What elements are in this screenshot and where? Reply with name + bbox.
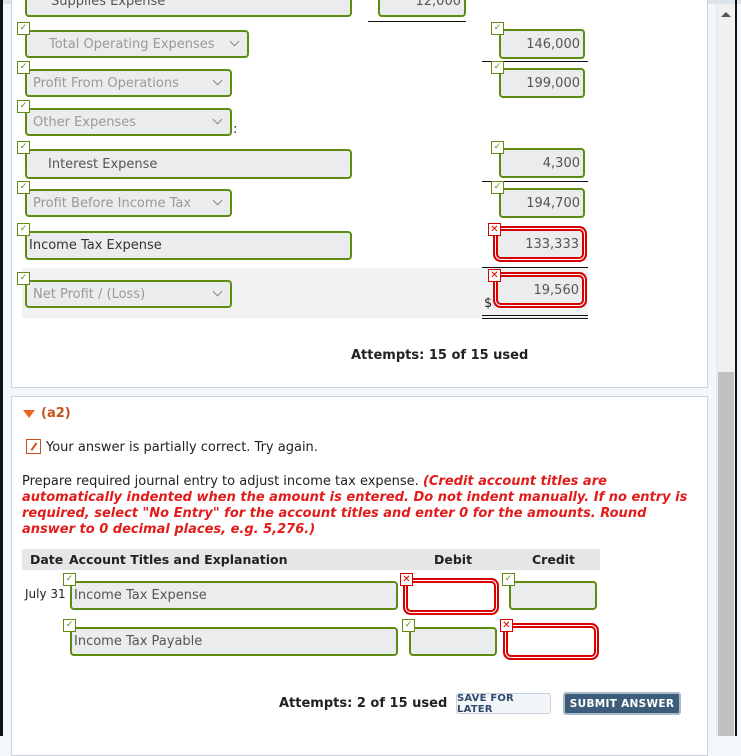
x-icon: ✕ <box>488 223 501 236</box>
check-icon: ✓ <box>491 22 504 35</box>
check-icon: ✓ <box>402 619 415 632</box>
double-underline <box>482 315 588 319</box>
collapse-triangle-icon <box>23 409 35 418</box>
currency-symbol: $ <box>484 296 493 311</box>
journal-credit-field-1[interactable] <box>509 581 597 610</box>
instructions: Prepare required journal entry to adjust… <box>22 474 692 538</box>
check-icon: ✓ <box>17 181 30 194</box>
amount-value: 133,333 <box>525 236 579 252</box>
check-icon: ✓ <box>17 100 30 113</box>
amount-value: 19,560 <box>533 282 580 298</box>
chevron-down-icon <box>212 114 223 125</box>
x-icon: ✕ <box>500 619 513 632</box>
check-icon: ✓ <box>17 141 30 154</box>
check-icon: ✓ <box>17 61 30 74</box>
save-for-later-button[interactable]: SAVE FOR LATER <box>456 693 551 715</box>
header-date: Date <box>30 552 64 567</box>
partially-correct-icon <box>26 439 41 454</box>
section-toggle-a2[interactable]: (a2) <box>23 406 71 421</box>
x-icon: ✕ <box>400 573 413 586</box>
window-border-left <box>0 0 3 736</box>
account-field-income-tax-expense[interactable]: Income Tax Expense <box>25 231 352 260</box>
check-icon: ✓ <box>63 573 76 586</box>
feedback-message: Your answer is partially correct. Try ag… <box>46 440 318 455</box>
check-icon: ✓ <box>491 141 504 154</box>
amount-field-profit-before-income-tax[interactable]: 194,700 <box>499 188 585 218</box>
account-label: Net Profit / (Loss) <box>33 286 146 302</box>
account-field-supplies-expense[interactable]: Supplies Expense <box>25 0 352 17</box>
account-label: Profit Before Income Tax <box>33 195 192 211</box>
chevron-down-icon <box>212 286 223 297</box>
amount-value: 146,000 <box>526 36 580 52</box>
journal-credit-field-2[interactable] <box>508 628 594 655</box>
chevron-down-icon <box>212 195 223 206</box>
header-debit: Debit <box>434 552 473 567</box>
check-icon: ✓ <box>63 619 76 632</box>
account-select-other-expenses[interactable]: Other Expenses <box>25 108 232 136</box>
header-account: Account Titles and Explanation <box>69 552 288 567</box>
amount-field-income-tax-expense[interactable]: 133,333 <box>498 231 582 257</box>
account-select-total-operating-expenses[interactable]: Total Operating Expenses <box>25 30 249 58</box>
section-title: (a2) <box>41 406 71 421</box>
amount-value: 194,700 <box>526 195 580 211</box>
amount-value: 199,000 <box>526 75 580 91</box>
attempts-counter-a2: Attempts: 2 of 15 used <box>279 696 448 711</box>
subtotal-rule <box>368 21 466 22</box>
account-label: Other Expenses <box>33 114 136 130</box>
journal-account-field-1[interactable]: Income Tax Expense <box>70 581 398 610</box>
amount-field-net-profit-loss[interactable]: 19,560 <box>498 277 582 303</box>
entry-date: July 31 <box>25 587 66 601</box>
amount-field-total-operating-expenses[interactable]: 146,000 <box>499 29 585 59</box>
submit-answer-button[interactable]: SUBMIT ANSWER <box>563 692 681 715</box>
account-label: Interest Expense <box>48 156 158 172</box>
instructions-text: Prepare required journal entry to adjust… <box>22 474 423 489</box>
journal-table-header: Date Account Titles and Explanation Debi… <box>22 549 600 570</box>
account-label: Supplies Expense <box>51 0 166 9</box>
x-icon: ✕ <box>488 269 501 282</box>
journal-account-field-2[interactable]: Income Tax Payable <box>70 627 398 656</box>
account-field-interest-expense[interactable]: Interest Expense <box>25 149 352 179</box>
colon-suffix: : <box>233 122 238 137</box>
header-credit: Credit <box>532 552 576 567</box>
account-label: Income Tax Payable <box>74 634 203 649</box>
journal-debit-field-2[interactable] <box>409 627 497 656</box>
account-select-profit-from-operations[interactable]: Profit From Operations <box>25 69 232 97</box>
journal-debit-field-1[interactable] <box>408 583 494 610</box>
check-icon: ✓ <box>491 61 504 74</box>
account-label: Income Tax Expense <box>74 588 207 603</box>
amount-value: 12,000 <box>415 0 462 9</box>
chevron-down-icon <box>212 75 223 86</box>
check-icon: ✓ <box>17 223 30 236</box>
account-label: Income Tax Expense <box>29 238 162 253</box>
check-icon: ✓ <box>17 22 30 35</box>
account-select-profit-before-income-tax[interactable]: Profit Before Income Tax <box>25 189 232 217</box>
amount-field-supplies-expense[interactable]: 12,000 <box>378 0 466 17</box>
attempts-counter-a1: Attempts: 15 of 15 used <box>351 348 529 363</box>
scrollbar-thumb[interactable] <box>718 372 734 736</box>
amount-field-interest-expense[interactable]: 4,300 <box>499 148 585 178</box>
check-icon: ✓ <box>502 573 515 586</box>
account-select-net-profit-loss[interactable]: Net Profit / (Loss) <box>25 280 232 308</box>
scroll-up-arrow-icon[interactable] <box>721 12 731 17</box>
window-border-right <box>735 0 737 736</box>
account-label: Profit From Operations <box>33 75 179 91</box>
amount-field-profit-from-operations[interactable]: 199,000 <box>499 68 585 98</box>
check-icon: ✓ <box>491 181 504 194</box>
check-icon: ✓ <box>17 272 30 285</box>
vertical-scrollbar[interactable] <box>716 4 734 736</box>
chevron-down-icon <box>229 36 240 47</box>
account-label: Total Operating Expenses <box>49 36 215 52</box>
amount-value: 4,300 <box>542 155 580 171</box>
